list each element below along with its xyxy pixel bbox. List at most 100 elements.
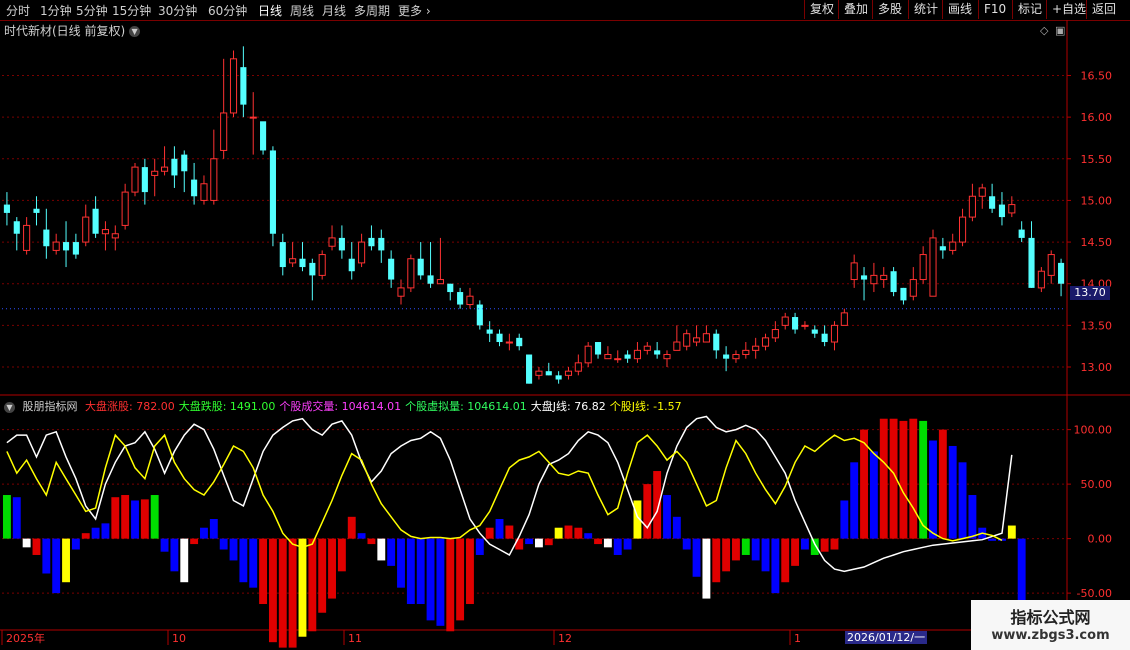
indicator-value-label: 个股虚拟量: 104614.01 <box>405 400 527 413</box>
watermark-title: 指标公式网 <box>1010 608 1091 627</box>
indicator-tick-label: 100.00 <box>1074 424 1113 437</box>
candle-body <box>949 241 957 251</box>
candle-body <box>1018 229 1025 238</box>
indicator-bar <box>1007 525 1016 539</box>
indicator-bar <box>71 538 80 550</box>
indicator-bar <box>219 538 228 550</box>
candle-body <box>457 292 464 305</box>
candle-body <box>1008 204 1016 214</box>
candle-body <box>447 283 454 293</box>
candle-body <box>713 333 720 351</box>
candle-body <box>535 370 543 376</box>
indicator-bar <box>170 538 179 572</box>
indicator-bar <box>475 538 484 555</box>
candle-body <box>171 158 178 176</box>
indicator-bar <box>495 519 504 539</box>
candle-body <box>989 196 996 209</box>
indicator-bar <box>367 538 376 545</box>
candle-body <box>880 274 888 281</box>
candle-body <box>900 287 907 301</box>
candle-body <box>328 237 336 247</box>
candle-body <box>476 304 483 326</box>
indicator-bar <box>288 538 297 648</box>
indicator-bar <box>800 538 809 550</box>
kline-chart[interactable]: 13.0013.5014.0014.5015.0015.5016.0016.50… <box>0 0 1130 650</box>
watermark: 指标公式网 www.zbgs3.com <box>971 600 1130 650</box>
candle-body <box>466 295 474 306</box>
indicator-bar <box>456 538 465 621</box>
indicator-bar <box>91 527 100 539</box>
candle-body <box>998 204 1006 218</box>
indicator-bar <box>771 538 780 594</box>
indicator-bar <box>387 538 396 566</box>
candle-body <box>417 258 424 276</box>
candle-body <box>378 237 385 251</box>
indicator-bar <box>397 538 405 588</box>
last-price-tag: 13.70 <box>1070 286 1110 300</box>
candle-body <box>486 329 493 334</box>
candle-body <box>742 349 750 356</box>
indicator-bar <box>820 538 829 552</box>
candle-body <box>62 242 70 251</box>
candle-body <box>870 274 878 285</box>
indicator-bar <box>663 495 671 539</box>
indicator-bar <box>564 525 573 539</box>
indicator-bar <box>131 500 139 539</box>
indicator-bar <box>594 538 602 545</box>
price-tick-label: 16.00 <box>1081 111 1113 124</box>
indicator-bar <box>357 533 366 539</box>
indicator-bar <box>938 429 947 539</box>
indicator-bar <box>268 538 277 643</box>
candle-body <box>614 358 622 361</box>
candle-body <box>43 229 50 247</box>
candle-body <box>654 350 661 355</box>
indicator-bar <box>121 495 130 539</box>
indicator-bar <box>42 538 51 574</box>
indicator-bar <box>722 538 731 572</box>
candle-body <box>318 254 326 276</box>
candle-body <box>693 337 701 343</box>
indicator-bar <box>12 497 21 539</box>
indicator-bar <box>416 538 425 605</box>
candle-body <box>82 216 90 243</box>
indicator-bar <box>81 533 90 539</box>
candle-body <box>279 242 286 268</box>
indicator-value-label: 大盘J线: 76.82 <box>530 400 606 413</box>
candle-body <box>840 312 848 326</box>
indicator-bar <box>653 471 662 539</box>
indicator-name: 股朋指标网 <box>22 400 78 413</box>
candle-body <box>633 349 641 360</box>
candle-body <box>545 371 552 376</box>
indicator-bar <box>672 516 681 539</box>
indicator-bar <box>209 519 218 539</box>
indicator-bar <box>308 538 317 632</box>
candle-body <box>299 258 306 268</box>
indicator-bar <box>840 500 849 539</box>
indicator-bar <box>32 538 41 555</box>
price-tick-label: 16.50 <box>1081 69 1113 82</box>
indicator-bar <box>810 538 819 555</box>
indicator-bar <box>751 538 760 561</box>
indicator-bar <box>603 538 612 548</box>
candle-body <box>151 170 159 176</box>
indicator-bar <box>899 420 908 539</box>
window-icon: ▣ <box>1055 24 1065 37</box>
indicator-tick-label: 50.00 <box>1081 478 1113 491</box>
indicator-value-label: 个股J线: -1.57 <box>609 400 682 413</box>
indicator-bar <box>347 516 356 539</box>
candle-body <box>200 183 208 201</box>
candle-body <box>860 275 868 280</box>
indicator-bar <box>298 538 307 637</box>
candle-body <box>240 67 247 105</box>
indicator-bar <box>160 538 169 552</box>
date-tick-label: 11 <box>348 632 362 645</box>
candle-body <box>191 179 198 197</box>
chevron-down-icon[interactable]: ▼ <box>4 401 15 413</box>
indicator-bar <box>200 527 208 539</box>
candle-body <box>978 187 986 197</box>
price-tick-label: 13.00 <box>1081 361 1113 374</box>
indicator-bar <box>525 538 534 545</box>
candle-body <box>761 337 770 347</box>
candle-body <box>289 258 297 264</box>
candle-body <box>338 237 345 251</box>
